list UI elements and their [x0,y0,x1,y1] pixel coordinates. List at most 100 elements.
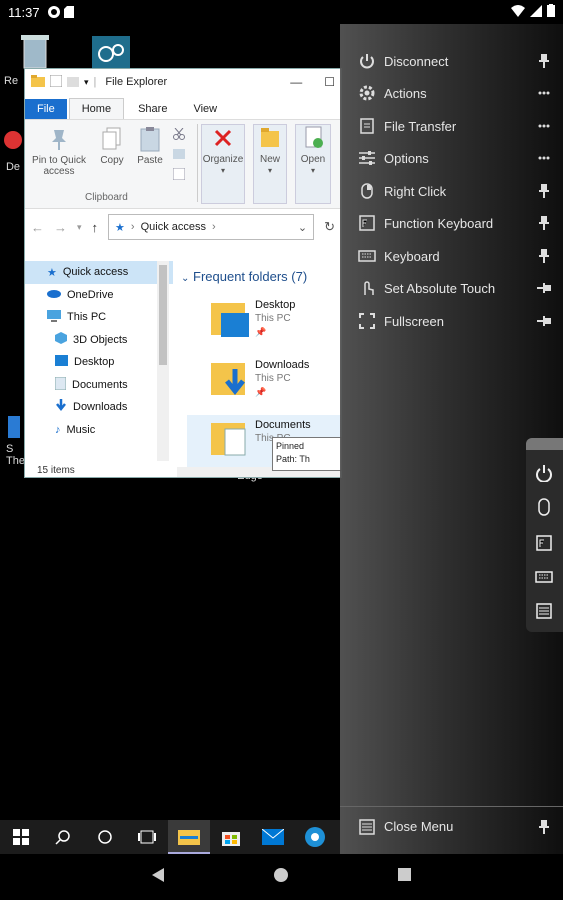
address-dropdown-icon[interactable]: ⌄ [298,221,307,234]
windows-taskbar [0,820,340,854]
more-icon[interactable] [537,119,551,133]
tab-share[interactable]: Share [126,99,179,119]
pin-icon[interactable] [537,249,551,263]
breadcrumb-chevron-icon[interactable]: › [212,221,216,233]
nav-item-documents[interactable]: Documents [25,374,173,397]
power-icon [358,52,376,70]
open-button[interactable]: Open ▾ [295,124,331,204]
menu-item-function-keyboard[interactable]: Function Keyboard [340,207,563,239]
up-button[interactable]: ↑ [92,220,99,235]
menu-item-keyboard[interactable]: Keyboard [340,240,563,272]
address-bar[interactable]: ★ › Quick access › ⌄ [108,214,315,240]
more-icon[interactable] [537,151,551,165]
menu-item-file-transfer[interactable]: File Transfer [340,110,563,142]
keyboard-icon[interactable] [533,566,555,588]
file-explorer-taskbar-button[interactable] [168,820,210,854]
unpin-icon[interactable] [537,314,551,328]
file-explorer-window[interactable]: ▾ | File Explorer — ☐ File Home Share Vi… [24,68,342,478]
refresh-button[interactable]: ↻ [324,219,335,235]
desktop-shortcut-icon[interactable]: De [2,128,24,173]
pin-icon[interactable] [537,216,551,230]
gear-icon [358,84,376,102]
tab-home[interactable]: Home [68,98,125,119]
customize-toolbar-icon[interactable]: ▾ [84,77,89,88]
maximize-button[interactable]: ☐ [324,75,335,89]
folder-location: This PC [255,313,291,324]
search-button[interactable] [42,820,84,854]
wifi-icon [511,4,525,20]
menu-item-options[interactable]: Options [340,142,563,174]
properties-icon [302,125,324,151]
menu-list-icon[interactable] [533,600,555,622]
document-icon [54,376,67,393]
navigation-scrollbar[interactable] [157,261,169,461]
menu-item-actions[interactable]: Actions [340,77,563,109]
back-button[interactable]: ← [31,220,44,235]
app-taskbar-button[interactable] [294,820,336,854]
folder-app-icon [31,74,45,90]
start-button[interactable] [0,820,42,854]
explorer-titlebar[interactable]: ▾ | File Explorer — ☐ [25,69,341,95]
mouse-icon[interactable] [533,496,555,518]
nav-item-onedrive[interactable]: OneDrive [25,284,173,307]
scrollbar-thumb[interactable] [159,265,167,365]
folder-desktop[interactable]: Desktop This PC 📌 [211,295,341,353]
pin-icon[interactable] [537,184,551,198]
frequent-folders-heading[interactable]: ⌄ Frequent folders (7) [181,269,307,284]
back-nav-button[interactable] [152,867,164,887]
unpin-icon[interactable] [537,281,551,295]
copy-button[interactable]: Copy [95,126,129,166]
menu-item-fullscreen[interactable]: Fullscreen [340,305,563,337]
pin-to-quick-access-button[interactable]: Pin to Quick access [29,126,89,177]
nav-item-3d-objects[interactable]: 3D Objects [25,329,173,352]
menu-item-right-click[interactable]: Right Click [340,175,563,207]
folder-downloads[interactable]: Downloads This PC 📌 [211,355,341,413]
home-nav-button[interactable] [274,867,288,887]
pin-icon[interactable] [537,819,551,834]
pin-icon[interactable] [537,54,551,68]
documents-folder-icon [211,423,246,456]
desktop-folder-icon [211,303,249,337]
cloud-icon [47,288,61,301]
organize-button[interactable]: Organize ▾ [201,124,245,204]
keyboard-icon [358,247,376,265]
address-text: Quick access [140,221,206,233]
minimize-button[interactable]: — [290,75,302,89]
nav-item-quick-access[interactable]: ★ Quick access [25,261,173,284]
mail-taskbar-button[interactable] [252,820,294,854]
copy-path-icon[interactable] [173,149,185,162]
forward-button[interactable]: → [54,220,67,235]
nav-item-desktop[interactable]: Desktop [25,351,173,374]
pin-icon: 📌 [255,387,267,397]
nav-item-this-pc[interactable]: This PC [25,306,173,329]
ribbon-tabs: File Home Share View [25,95,341,119]
quick-access-toolbar-check-icon[interactable] [49,74,63,90]
more-icon[interactable] [537,86,551,100]
power-icon[interactable] [533,462,555,484]
function-key-icon[interactable] [533,532,555,554]
tab-view[interactable]: View [181,99,229,119]
nav-item-music[interactable]: ♪ Music [25,419,173,442]
tab-file[interactable]: File [25,99,67,119]
cut-icon[interactable] [173,127,185,143]
cortana-button[interactable] [84,820,126,854]
nav-item-downloads[interactable]: Downloads [25,396,173,419]
recents-nav-button[interactable] [398,868,411,886]
new-button[interactable]: New ▾ [253,124,287,204]
quick-access-toolbar-folder-icon[interactable] [67,75,79,90]
folder-name: Documents [255,419,311,431]
store-taskbar-button[interactable] [210,820,252,854]
menu-item-disconnect[interactable]: Disconnect [340,45,563,77]
paste-shortcut-icon[interactable] [172,167,186,183]
android-nav-bar [0,854,563,900]
task-view-button[interactable] [126,820,168,854]
paste-button[interactable]: Paste [133,126,167,166]
clipboard-group-label: Clipboard [85,192,128,203]
music-icon: ♪ [55,423,61,436]
recent-locations-button[interactable]: ▾ [77,222,82,233]
close-menu-button[interactable]: Close Menu [340,806,563,846]
android-status-bar: 11:37 [0,0,563,24]
ribbon-divider [197,124,198,202]
quick-bar-drag-handle[interactable] [526,438,563,450]
menu-item-set-absolute-touch[interactable]: Set Absolute Touch [340,272,563,304]
